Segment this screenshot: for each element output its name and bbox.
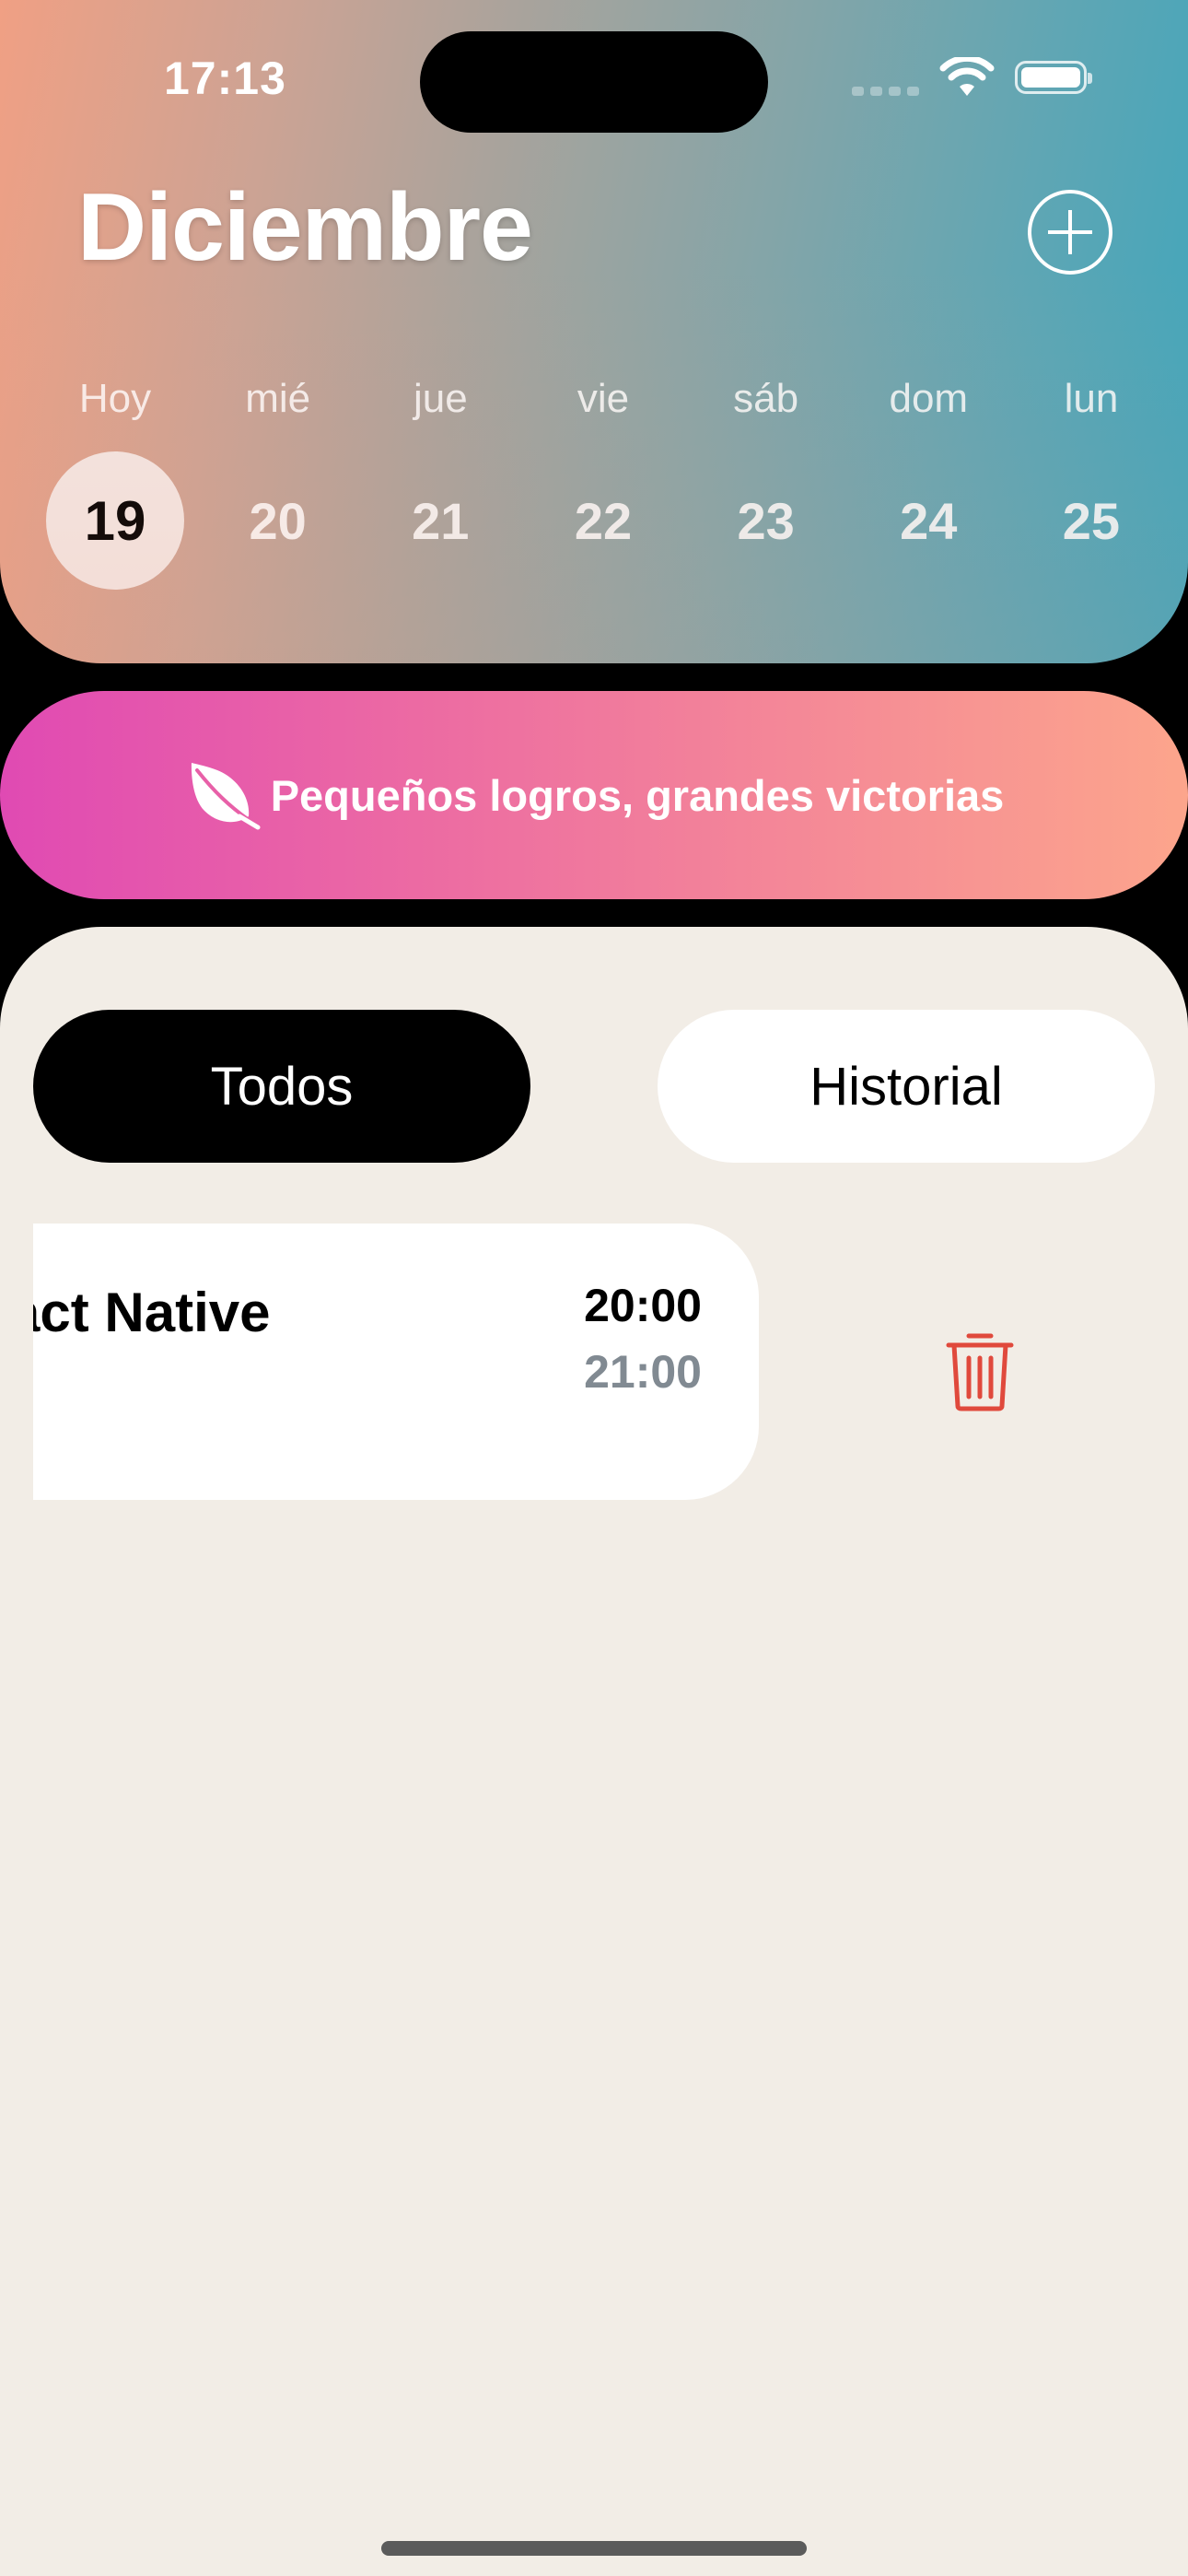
trash-icon[interactable] <box>945 1330 1015 1411</box>
cellular-signal-icon <box>852 59 919 96</box>
week-strip: Hoy 19 mié 20 jue 21 vie 22 sáb 23 dom 2… <box>46 369 1160 590</box>
day-number: 21 <box>412 491 470 550</box>
day-item[interactable]: sáb 23 <box>697 369 835 590</box>
leaf-icon <box>191 763 262 830</box>
day-number: 20 <box>249 491 307 550</box>
day-label: dom <box>889 376 969 421</box>
wifi-icon <box>939 57 995 96</box>
day-label: mié <box>245 376 311 421</box>
filter-todos-button[interactable]: Todos <box>33 1010 530 1163</box>
day-today[interactable]: Hoy 19 <box>46 369 184 590</box>
day-number: 25 <box>1062 491 1121 550</box>
dynamic-island <box>420 31 768 133</box>
battery-icon <box>1015 61 1092 94</box>
day-item[interactable]: vie 22 <box>534 369 672 590</box>
day-item[interactable]: dom 24 <box>859 369 997 590</box>
task-title: act Native <box>33 1282 271 1343</box>
day-number: 23 <box>737 491 795 550</box>
day-number: 24 <box>900 491 958 550</box>
day-item[interactable]: lun 25 <box>1022 369 1160 590</box>
day-item[interactable]: jue 21 <box>371 369 509 590</box>
task-end-time: 21:00 <box>584 1346 702 1398</box>
home-indicator[interactable] <box>381 2541 807 2556</box>
day-item[interactable]: mié 20 <box>209 369 347 590</box>
day-number: 22 <box>574 491 633 550</box>
month-title: Diciembre <box>77 174 533 281</box>
motivation-banner: Pequeños logros, grandes victorias <box>0 691 1188 899</box>
status-icons <box>852 57 1092 98</box>
calendar-header: 17:13 Diciembre Hoy 19 mié 20 jue 21 vie… <box>0 0 1188 663</box>
filter-historial-button[interactable]: Historial <box>658 1010 1155 1163</box>
task-start-time: 20:00 <box>584 1280 702 1331</box>
day-label: jue <box>413 376 468 421</box>
day-label: Hoy <box>78 376 152 421</box>
day-label: sáb <box>733 376 799 421</box>
day-label: vie <box>577 376 630 421</box>
task-card[interactable]: act Native 20:00 21:00 <box>33 1224 759 1500</box>
banner-text: Pequeños logros, grandes victorias <box>270 770 1005 820</box>
tasks-panel: Todos Historial act Native 20:00 21:00 <box>0 927 1188 2576</box>
day-number-selected: 19 <box>46 451 184 590</box>
day-label: lun <box>1064 376 1119 421</box>
status-time: 17:13 <box>164 53 286 104</box>
add-task-button[interactable] <box>1028 190 1112 275</box>
